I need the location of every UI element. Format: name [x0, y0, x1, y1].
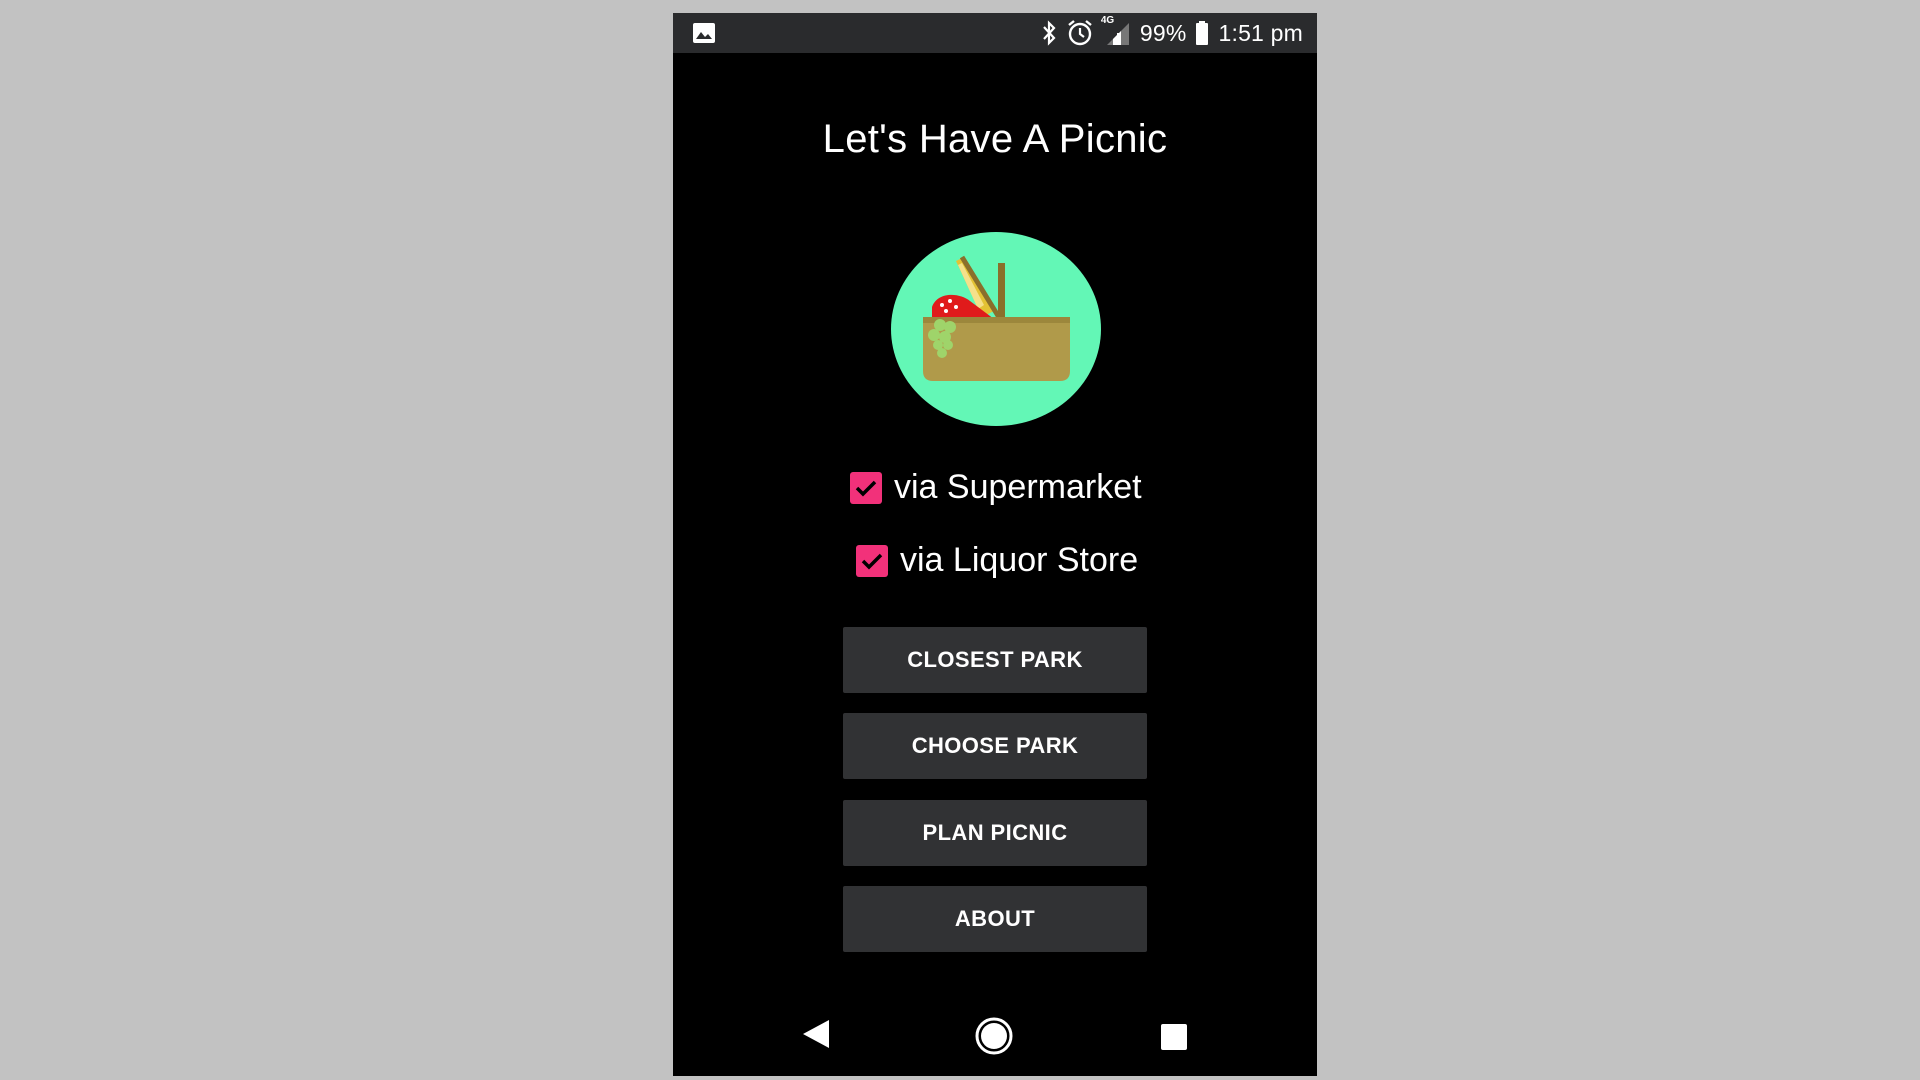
- clock: 1:51 pm: [1218, 19, 1303, 46]
- home-icon[interactable]: [975, 1017, 1013, 1060]
- status-bar: 4G 99% 1:51 pm: [673, 13, 1317, 53]
- image-notification-icon: [692, 22, 716, 44]
- check-icon: [861, 553, 883, 569]
- plan-picnic-button[interactable]: PLAN PICNIC: [843, 800, 1147, 866]
- recent-apps-icon[interactable]: [1160, 1023, 1188, 1056]
- choose-park-button[interactable]: CHOOSE PARK: [843, 713, 1147, 779]
- battery-percent: 99%: [1139, 19, 1187, 46]
- supermarket-option[interactable]: via Supermarket: [850, 468, 1142, 507]
- closest-park-button[interactable]: CLOSEST PARK: [843, 627, 1147, 693]
- about-button[interactable]: ABOUT: [843, 886, 1147, 952]
- back-icon[interactable]: [801, 1018, 831, 1055]
- liquor-store-checkbox[interactable]: [856, 544, 888, 577]
- battery-icon: [1195, 20, 1209, 46]
- signal-icon: 4G: [1101, 15, 1131, 47]
- check-icon: [855, 480, 877, 496]
- bluetooth-icon: [1041, 20, 1057, 46]
- supermarket-checkbox[interactable]: [850, 471, 882, 504]
- liquor-store-label: via Liquor Store: [900, 541, 1139, 579]
- phone-screen: 4G 99% 1:51 pm Let's Have A Picnic via S…: [673, 13, 1317, 1076]
- liquor-store-option[interactable]: via Liquor Store: [856, 541, 1138, 580]
- picnic-basket-icon: [890, 231, 1102, 427]
- page-title: Let's Have A Picnic: [822, 117, 1168, 161]
- supermarket-label: via Supermarket: [894, 468, 1142, 506]
- network-type-label: 4G: [1100, 15, 1115, 26]
- alarm-icon: [1066, 19, 1094, 47]
- navigation-bar: [673, 996, 1317, 1076]
